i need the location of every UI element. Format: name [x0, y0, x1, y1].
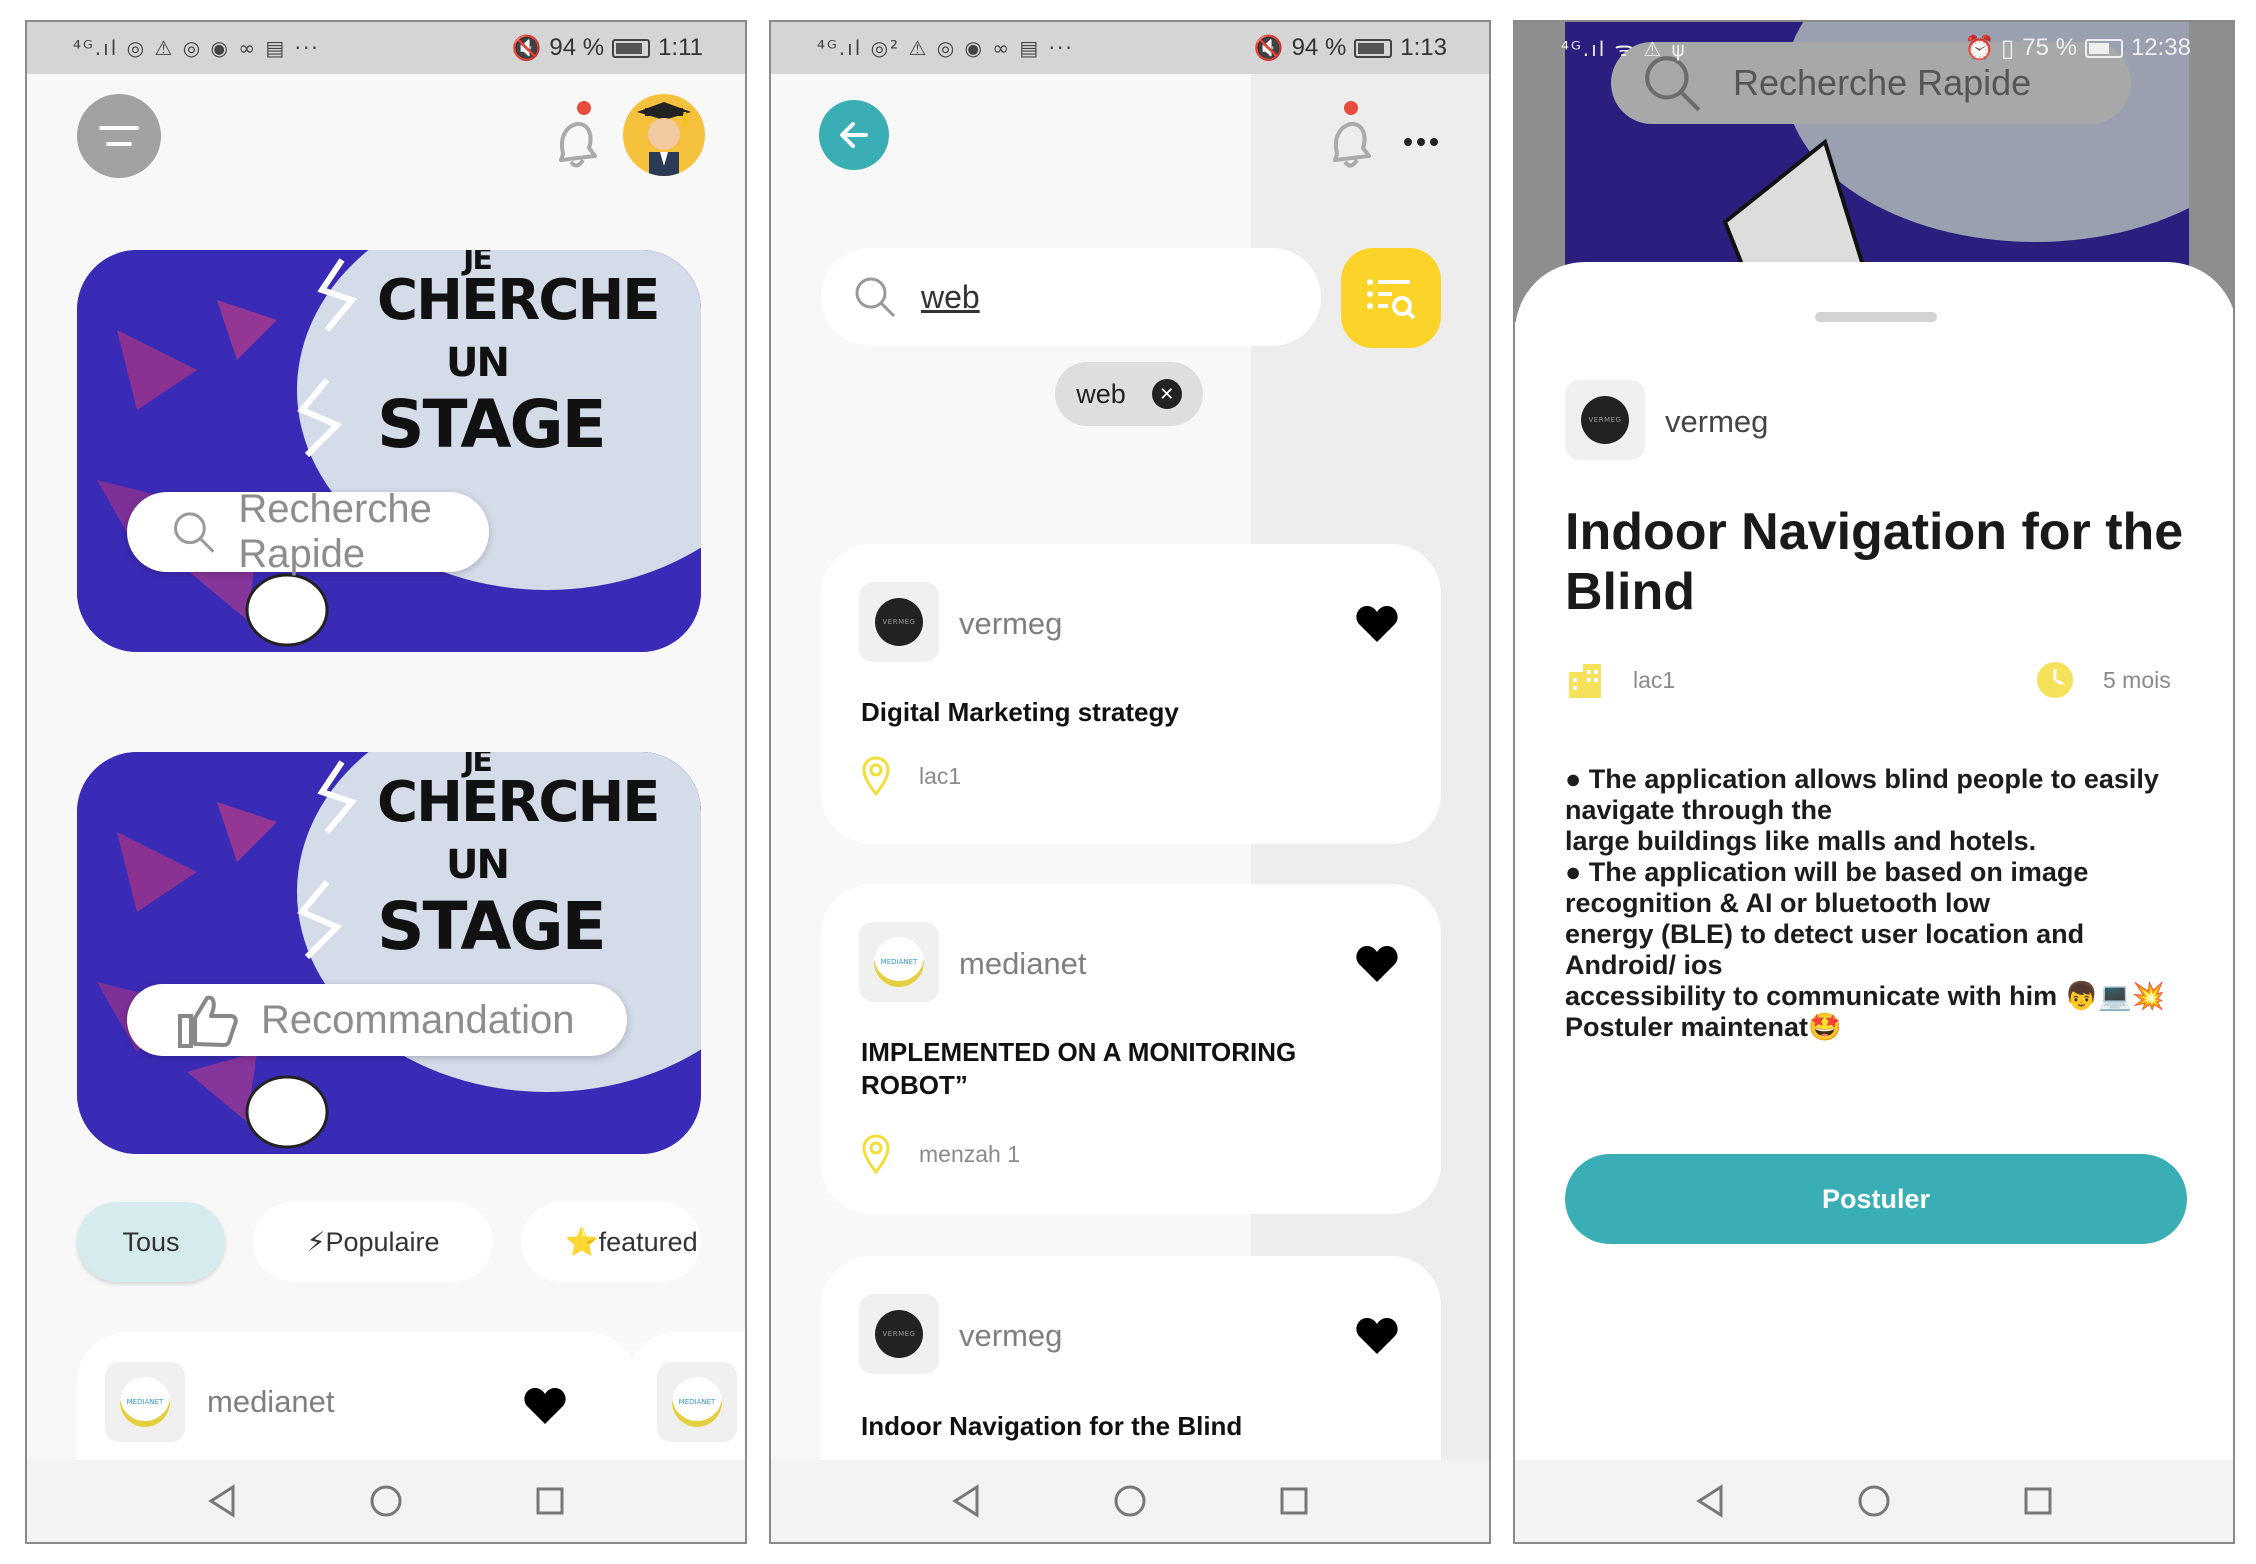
filter-chip-popular[interactable]: ⚡ Populaire: [253, 1202, 493, 1282]
system-nav-bar: [771, 1460, 1489, 1542]
recommendation-label: Recommandation: [261, 997, 575, 1042]
job-duration: 5 mois: [2035, 660, 2171, 700]
banner-text: JE CHERCHE UN STAGE: [377, 752, 661, 965]
building-icon: [1569, 664, 1601, 698]
job-location: lac1: [861, 756, 961, 796]
home-circle-icon[interactable]: [1113, 1484, 1147, 1518]
job-location: menzah 1: [861, 1134, 1020, 1174]
battery-icon: [1354, 38, 1393, 58]
search-value: web: [921, 278, 980, 315]
company-logo: MEDIANET: [105, 1362, 185, 1442]
recommendation-button[interactable]: Recommandation: [127, 984, 627, 1056]
home-circle-icon[interactable]: [1857, 1484, 1891, 1518]
filter-button[interactable]: [1341, 248, 1441, 348]
company-logo: VERMEG: [859, 582, 939, 662]
back-button[interactable]: [819, 100, 889, 170]
status-bar: ⁴ᴳ.ıl ◎ ⚠ ◎ ◉ ∞ ▤ ··· 🔇 94 % 1:11: [27, 22, 745, 74]
filter-chip-featured[interactable]: ⭐ featured: [521, 1202, 701, 1282]
status-icons: ⁴ᴳ.ıl ◎² ⚠ ◎ ◉ ∞ ▤ ···: [817, 36, 1074, 60]
thumbs-up-icon: [178, 995, 238, 1048]
company-logo: VERMEG: [859, 1294, 939, 1374]
status-right-icons: ⏰ ▯: [1964, 34, 2015, 62]
recents-square-icon[interactable]: [2021, 1484, 2055, 1518]
quick-search-banner[interactable]: JE CHERCHE UN STAGE Recherche Rapide: [77, 250, 701, 652]
screen-home: ⁴ᴳ.ıl ◎ ⚠ ◎ ◉ ∞ ▤ ··· 🔇 94 % 1:11 JE CHE…: [25, 20, 747, 1544]
clock: 1:11: [658, 34, 703, 61]
search-input[interactable]: web: [821, 248, 1321, 346]
active-filter-tag[interactable]: web ✕: [1055, 362, 1203, 426]
star-icon: ⭐: [565, 1227, 599, 1257]
favorite-heart-icon[interactable]: [1355, 1316, 1399, 1356]
company-logo: MEDIANET: [859, 922, 939, 1002]
recents-square-icon[interactable]: [1277, 1484, 1311, 1518]
recents-square-icon[interactable]: [533, 1484, 567, 1518]
battery-percent: 94 %: [549, 34, 605, 61]
more-options-icon[interactable]: [1403, 134, 1439, 152]
back-triangle-icon[interactable]: [205, 1484, 239, 1518]
screen-search-results: ⁴ᴳ.ıl ◎² ⚠ ◎ ◉ ∞ ▤ ··· 🔇 94 % 1:13 web w…: [769, 20, 1491, 1544]
job-location: lac1: [1565, 660, 1675, 700]
recommendation-banner[interactable]: JE CHERCHE UN STAGE Recommandation: [77, 752, 701, 1154]
battery-percent: 75 %: [2022, 34, 2077, 61]
search-icon: [174, 512, 215, 553]
lightning-icon: ⚡: [306, 1226, 326, 1257]
filter-chip-all[interactable]: Tous: [77, 1202, 225, 1282]
screen-job-detail: Recherche Rapide ⁴ᴳ.ıl ᯤ ⚠ ψ ⏰ ▯ 75 % 12…: [1513, 20, 2235, 1544]
job-title: Indoor Navigation for the Blind: [861, 1411, 1243, 1441]
favorite-heart-icon[interactable]: [523, 1386, 567, 1426]
clock: 12:38: [2130, 34, 2191, 61]
search-icon: [855, 277, 896, 318]
status-bar: ⁴ᴳ.ıl ◎² ⚠ ◎ ◉ ∞ ▤ ··· 🔇 94 % 1:13: [771, 22, 1489, 74]
job-title: Indoor Navigation for the Blind: [1565, 503, 2184, 621]
job-title: Digital Marketing strategy: [861, 697, 1179, 727]
banner-text: JE CHERCHE UN STAGE: [377, 250, 661, 463]
drag-handle[interactable]: [1815, 312, 1937, 322]
company-name: vermeg: [959, 1318, 1063, 1353]
arrow-left-icon: [840, 122, 868, 148]
company-logo: VERMEG: [1565, 380, 1645, 460]
favorite-heart-icon[interactable]: [1355, 944, 1399, 984]
tag-label: web: [1076, 378, 1126, 409]
company-name: vermeg: [959, 606, 1063, 641]
battery-icon: [2084, 38, 2123, 58]
favorite-heart-icon[interactable]: [1355, 604, 1399, 644]
job-title: IMPLEMENTED ON A MONITORING ROBOT”: [861, 1037, 1297, 1100]
company-name: medianet: [207, 1384, 335, 1419]
company-name: medianet: [959, 946, 1087, 981]
job-card[interactable]: MEDIANET medianet IMPLEMENTED ON A MONIT…: [821, 884, 1441, 1214]
battery-icon: [612, 38, 651, 58]
company-logo: MEDIANET: [657, 1362, 737, 1442]
job-card[interactable]: VERMEG vermeg Digital Marketing strategy…: [821, 544, 1441, 844]
remove-tag-icon[interactable]: ✕: [1151, 379, 1182, 409]
back-triangle-icon[interactable]: [949, 1484, 983, 1518]
system-nav-bar: [27, 1460, 745, 1542]
status-icons: ⁴ᴳ.ıl ᯤ ⚠ ψ: [1561, 36, 1687, 61]
battery-percent: 94 %: [1291, 34, 1347, 61]
notification-bell-icon[interactable]: [1321, 98, 1381, 183]
menu-button[interactable]: [77, 94, 161, 178]
company-name: vermeg: [1665, 404, 1769, 439]
location-pin-icon: [862, 756, 890, 796]
mute-icon: 🔇: [1253, 34, 1284, 62]
status-bar: ⁴ᴳ.ıl ᯤ ⚠ ψ ⏰ ▯ 75 % 12:38: [1515, 22, 2233, 74]
avatar[interactable]: [623, 94, 705, 176]
system-nav-bar: [1515, 1460, 2233, 1542]
home-circle-icon[interactable]: [369, 1484, 403, 1518]
location-pin-icon: [862, 1134, 890, 1174]
job-detail-sheet: VERMEG vermeg Indoor Navigation for the …: [1515, 262, 2233, 1542]
apply-button[interactable]: Postuler: [1565, 1154, 2187, 1244]
list-search-icon: [1367, 279, 1416, 320]
quick-search-button[interactable]: Recherche Rapide: [127, 487, 489, 576]
clock: 1:13: [1400, 34, 1447, 61]
mute-icon: 🔇: [511, 34, 542, 62]
quick-search-label: Recherche Rapide: [238, 487, 432, 576]
notification-bell-icon[interactable]: [547, 96, 607, 181]
clock-icon: [2037, 662, 2073, 698]
job-description: ● The application allows blind people to…: [1565, 764, 2166, 1042]
back-triangle-icon[interactable]: [1693, 1484, 1727, 1518]
status-icons: ⁴ᴳ.ıl ◎ ⚠ ◎ ◉ ∞ ▤ ···: [73, 36, 320, 60]
